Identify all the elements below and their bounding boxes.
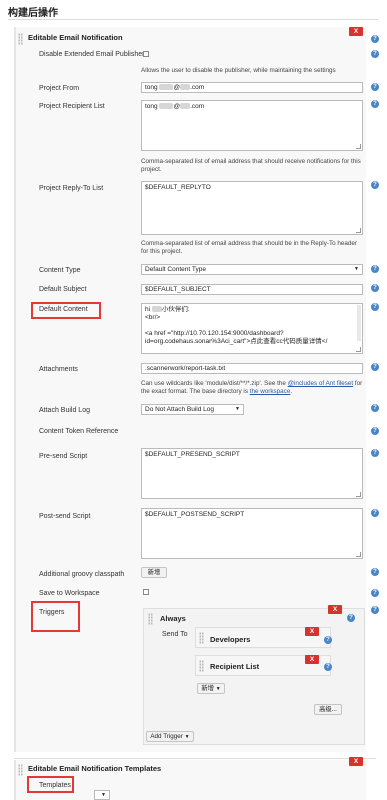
project-from-label: Project From (39, 85, 80, 92)
help-icon[interactable]: ? (371, 100, 379, 108)
content-type-select[interactable]: Default Content Type ▼ (141, 264, 363, 275)
drag-handle-icon[interactable] (148, 613, 153, 625)
pre-send-script-label: Pre-send Script (39, 453, 88, 460)
delete-developers-button[interactable]: X (305, 627, 319, 636)
help-icon[interactable]: ? (371, 363, 379, 371)
help-icon[interactable]: ? (371, 449, 379, 457)
attachments-description: Can use wildcards like 'module/dist/**/*… (141, 380, 363, 395)
delete-trigger-button[interactable]: X (328, 605, 342, 614)
help-icon[interactable]: ? (371, 509, 379, 517)
caret-down-icon: ▼ (235, 406, 240, 412)
highlight-box-triggers (31, 601, 80, 632)
help-icon[interactable]: ? (371, 606, 379, 614)
drag-handle-icon[interactable] (18, 764, 23, 776)
reply-to-textarea[interactable]: $DEFAULT_REPLYTO (141, 181, 363, 235)
section-title: 构建后操作 (8, 8, 58, 19)
attachments-input[interactable]: .scannerwork/report-task.txt (141, 363, 363, 374)
recipient-list-label: Project Recipient List (39, 103, 105, 110)
caret-down-icon: ▼ (101, 792, 106, 798)
templates-panel-title: Editable Email Notification Templates (28, 764, 162, 773)
drag-handle-icon[interactable] (18, 33, 23, 45)
help-icon[interactable]: ? (324, 663, 332, 671)
reply-to-description: Comma-separated list of email address th… (141, 240, 357, 255)
add-classpath-button[interactable]: 新增 (141, 567, 167, 578)
default-content-textarea[interactable]: hi 小伙伴们: <br/> <a href ="http://10.70.12… (141, 303, 363, 354)
groovy-classpath-label: Additional groovy classpath (39, 571, 125, 578)
disable-publisher-checkbox[interactable] (143, 51, 149, 57)
disable-publisher-label: Disable Extended Email Publisher (39, 51, 145, 58)
post-send-script-label: Post-send Script (39, 513, 91, 520)
highlight-box-templates (27, 776, 74, 793)
help-icon[interactable]: ? (371, 427, 379, 435)
attach-build-log-select[interactable]: Do Not Attach Build Log ▼ (141, 404, 244, 415)
highlight-box-default-content (31, 302, 101, 319)
pre-send-script-textarea[interactable]: $DEFAULT_PRESEND_SCRIPT (141, 448, 363, 499)
help-icon[interactable]: ? (371, 404, 379, 412)
delete-templates-button[interactable]: X (349, 757, 363, 766)
recipient-list-textarea[interactable]: tong @ .com (141, 100, 363, 151)
drag-handle-icon[interactable] (199, 660, 204, 672)
reply-to-label: Project Reply-To List (39, 185, 104, 192)
help-icon[interactable]: ? (371, 568, 379, 576)
panel-title: Editable Email Notification (28, 33, 123, 42)
templates-select[interactable]: ▼ (94, 790, 110, 800)
help-icon[interactable]: ? (347, 614, 355, 622)
trigger-always-title: Always (160, 614, 186, 623)
help-icon[interactable]: ? (324, 636, 332, 644)
caret-down-icon: ▼ (215, 686, 221, 692)
drag-handle-icon[interactable] (199, 632, 204, 644)
help-icon[interactable]: ? (371, 181, 379, 189)
project-from-input[interactable]: tong @ .com (141, 82, 363, 93)
help-icon[interactable]: ? (371, 35, 379, 43)
delete-publisher-button[interactable]: X (349, 27, 363, 36)
recipient-developers-label: Developers (210, 635, 251, 644)
default-subject-label: Default Subject (39, 286, 87, 293)
help-icon[interactable]: ? (371, 265, 379, 273)
post-send-script-textarea[interactable]: $DEFAULT_POSTSEND_SCRIPT (141, 508, 363, 559)
help-icon[interactable]: ? (371, 284, 379, 292)
content-type-label: Content Type (39, 267, 81, 274)
add-recipient-button[interactable]: 新增 ▼ (197, 683, 225, 694)
recipient-list-description: Comma-separated list of email address th… (141, 158, 361, 173)
caret-down-icon: ▼ (354, 266, 359, 272)
attach-build-log-label: Attach Build Log (39, 407, 90, 414)
advanced-button[interactable]: 高级... (314, 704, 342, 715)
help-icon[interactable]: ? (371, 589, 379, 597)
send-to-label: Send To (162, 631, 188, 638)
help-icon[interactable]: ? (371, 50, 379, 58)
save-to-workspace-checkbox[interactable] (143, 589, 149, 595)
content-token-reference-label: Content Token Reference (39, 428, 119, 435)
disable-publisher-description: Allows the user to disable the publisher… (141, 67, 336, 74)
save-to-workspace-label: Save to Workspace (39, 590, 100, 597)
help-icon[interactable]: ? (371, 303, 379, 311)
attachments-label: Attachments (39, 366, 78, 373)
caret-down-icon: ▼ (184, 734, 190, 740)
add-trigger-button[interactable]: Add Trigger ▼ (146, 731, 194, 742)
ant-fileset-link[interactable]: @includes of Ant fileset (288, 380, 354, 387)
workspace-link[interactable]: the workspace (250, 388, 291, 395)
delete-recipient-list-button[interactable]: X (305, 655, 319, 664)
default-subject-input[interactable]: $DEFAULT_SUBJECT (141, 284, 363, 295)
recipient-list-item-label: Recipient List (210, 662, 260, 671)
help-icon[interactable]: ? (371, 83, 379, 91)
